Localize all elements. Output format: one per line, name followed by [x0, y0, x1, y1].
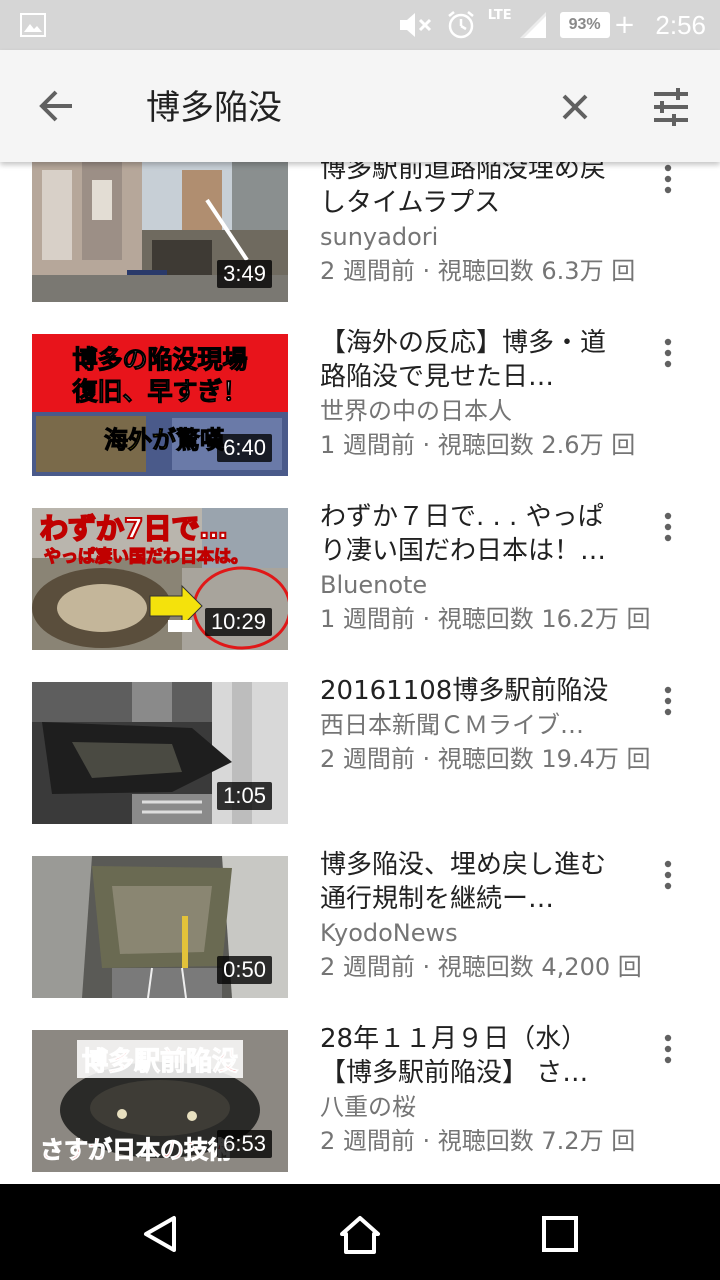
- video-result-item[interactable]: 3:49 博多駅前道路陥没埋め戻しタイムラプス sunyadori 2 週間前 …: [0, 162, 720, 320]
- system-nav-bar: [0, 1184, 720, 1280]
- video-duration: 6:40: [217, 434, 272, 462]
- video-stats: 1 週間前 · 視聴回数 16.2万 回: [320, 605, 651, 633]
- video-duration: 10:29: [204, 608, 272, 636]
- status-bar: LTE 93% + 2:56: [0, 0, 720, 50]
- video-duration: 0:50: [217, 956, 272, 984]
- video-title[interactable]: 28年１１月９日（水）【博多駅前陥没】 さ…: [320, 1022, 620, 1090]
- channel-name: 八重の桜: [320, 1093, 416, 1121]
- battery-icon: 93%: [559, 12, 610, 38]
- video-stats: 2 週間前 · 視聴回数 6.3万 回: [320, 257, 636, 285]
- video-title[interactable]: 20161108博多駅前陥没: [320, 674, 620, 708]
- video-result-item[interactable]: 博多の陥没現場 復旧、早すぎ！ 海外が驚嘆 6:40 【海外の反応】博多・道路陥…: [0, 320, 720, 494]
- video-stats: 2 週間前 · 視聴回数 19.4万 回: [320, 745, 651, 773]
- video-title[interactable]: わずか７日で. . . やっぱり凄い国だわ日本は！…: [320, 500, 620, 568]
- more-vert-icon[interactable]: [656, 858, 680, 892]
- thumbnail-caption: やっぱ凄い国だわ日本は。: [44, 546, 248, 567]
- video-duration: 1:05: [217, 782, 272, 810]
- more-vert-icon[interactable]: [656, 510, 680, 544]
- mute-icon: [399, 13, 431, 37]
- video-duration: 6:53: [217, 1130, 272, 1158]
- lte-signal-icon: [519, 12, 546, 38]
- video-result-item[interactable]: わずか7日で… やっぱ凄い国だわ日本は。 10:29 わずか７日で. . . や…: [0, 494, 720, 668]
- search-results-list[interactable]: 3:49 博多駅前道路陥没埋め戻しタイムラプス sunyadori 2 週間前 …: [0, 162, 720, 1184]
- video-duration: 3:49: [217, 260, 272, 288]
- channel-name: Bluenote: [320, 571, 428, 599]
- video-stats: 1 週間前 · 視聴回数 2.6万 回: [320, 431, 636, 459]
- channel-name: KyodoNews: [320, 919, 458, 947]
- more-vert-icon[interactable]: [656, 162, 680, 196]
- nav-back-icon[interactable]: [138, 1212, 182, 1256]
- video-title[interactable]: 博多陥没、埋め戻し進む 通行規制を継続ー…: [320, 848, 620, 916]
- gallery-icon: [20, 13, 46, 37]
- thumbnail-caption: 博多駅前陥没: [82, 1046, 239, 1077]
- thumbnail-caption: わずか7日で…: [40, 512, 227, 545]
- video-thumbnail[interactable]: わずか7日で… やっぱ凄い国だわ日本は。 10:29: [32, 508, 288, 650]
- back-arrow-icon[interactable]: [34, 84, 78, 128]
- thumbnail-caption: 博多の陥没現場: [72, 345, 247, 374]
- video-thumbnail[interactable]: 0:50: [32, 856, 288, 998]
- alarm-icon: [447, 11, 474, 39]
- channel-name: 西日本新聞ＣＭライブ…: [320, 711, 584, 739]
- search-app-bar: 博多陥没: [0, 50, 720, 162]
- video-result-item[interactable]: 0:50 博多陥没、埋め戻し進む 通行規制を継続ー… KyodoNews 2 週…: [0, 842, 720, 1016]
- video-stats: 2 週間前 · 視聴回数 7.2万 回: [320, 1127, 636, 1155]
- video-result-item[interactable]: 1:05 20161108博多駅前陥没 西日本新聞ＣＭライブ… 2 週間前 · …: [0, 668, 720, 842]
- filter-icon[interactable]: [650, 86, 692, 128]
- thumbnail-caption: さすが日本の技術: [40, 1136, 232, 1164]
- search-query[interactable]: 博多陥没: [146, 80, 282, 129]
- video-result-item[interactable]: 博多駅前陥没 さすが日本の技術 6:53 28年１１月９日（水）【博多駅前陥没】…: [0, 1016, 720, 1184]
- lte-label: LTE: [487, 7, 512, 23]
- thumbnail-caption: 海外が驚嘆: [104, 426, 225, 454]
- nav-home-icon[interactable]: [338, 1212, 382, 1256]
- video-title[interactable]: 【海外の反応】博多・道路陥没で見せた日…: [320, 326, 620, 394]
- video-thumbnail[interactable]: 博多の陥没現場 復旧、早すぎ！ 海外が驚嘆 6:40: [32, 334, 288, 476]
- channel-name: 世界の中の日本人: [320, 397, 512, 425]
- video-thumbnail[interactable]: 博多駅前陥没 さすが日本の技術 6:53: [32, 1030, 288, 1172]
- clear-icon[interactable]: [556, 88, 594, 126]
- channel-name: sunyadori: [320, 223, 439, 251]
- nav-recents-icon[interactable]: [540, 1214, 580, 1254]
- battery-level: 93%: [568, 16, 601, 33]
- more-vert-icon[interactable]: [656, 684, 680, 718]
- video-stats: 2 週間前 · 視聴回数 4,200 回: [320, 953, 642, 981]
- thumbnail-caption: 復旧、早すぎ！: [71, 377, 247, 406]
- more-vert-icon[interactable]: [656, 1032, 680, 1066]
- clock: 2:56: [655, 9, 706, 40]
- video-thumbnail[interactable]: 3:49: [32, 162, 288, 302]
- charging-icon: +: [613, 10, 636, 40]
- more-vert-icon[interactable]: [656, 336, 680, 370]
- video-title[interactable]: 博多駅前道路陥没埋め戻しタイムラプス: [320, 162, 620, 220]
- video-thumbnail[interactable]: 1:05: [32, 682, 288, 824]
